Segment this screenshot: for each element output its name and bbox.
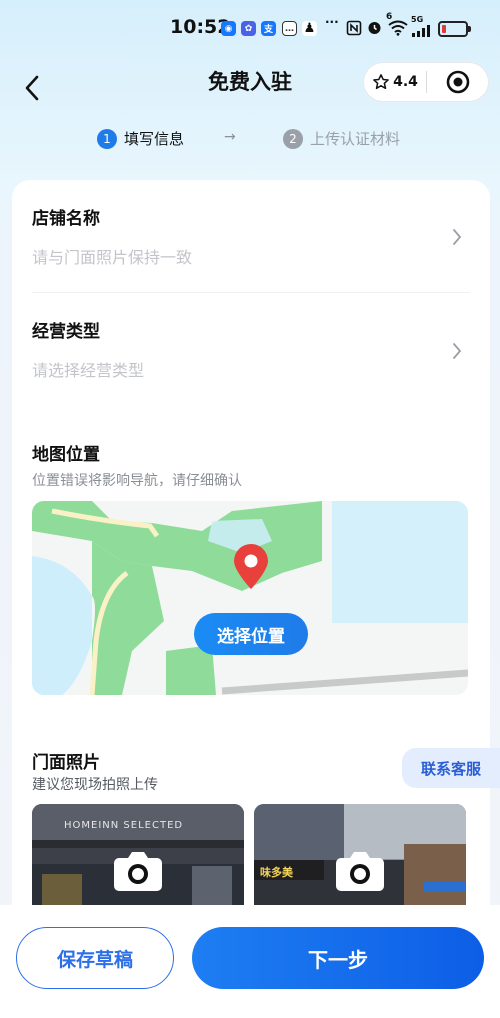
step-1-label: 填写信息 xyxy=(124,130,185,148)
map-location-label: 地图位置 xyxy=(32,445,100,465)
customer-service-button[interactable]: 联系客服 xyxy=(402,748,500,788)
chevron-right-icon xyxy=(453,229,462,245)
map-view[interactable]: 选择位置 xyxy=(32,501,468,695)
form-card: 店铺名称 请与门面照片保持一致 经营类型 请选择经营类型 地图位置 位置错误将影… xyxy=(12,180,490,940)
bottom-action-bar: 保存草稿 下一步 xyxy=(0,905,500,1018)
arrow-right-icon: → xyxy=(224,129,236,145)
map-pin-icon xyxy=(234,544,268,589)
target-icon xyxy=(446,70,469,94)
save-draft-button[interactable]: 保存草稿 xyxy=(16,927,174,989)
step-2-label: 上传认证材料 xyxy=(310,130,401,148)
chevron-right-icon xyxy=(453,343,462,359)
close-miniapp-button[interactable] xyxy=(427,63,488,101)
mini-program-capsule: 4.4 xyxy=(363,62,489,102)
rating-value: 4.4 xyxy=(393,74,418,90)
star-icon xyxy=(373,74,389,90)
business-type-label: 经营类型 xyxy=(32,322,100,342)
next-step-button[interactable]: 下一步 xyxy=(192,927,484,989)
more-notifications: ··· xyxy=(325,15,339,29)
battery-level xyxy=(442,25,446,33)
step-2: 2 上传认证材料 xyxy=(283,128,400,149)
map-illustration xyxy=(32,501,468,695)
qq-icon: ♟ xyxy=(302,21,317,36)
choose-location-button[interactable]: 选择位置 xyxy=(194,613,308,655)
shop-name-field[interactable]: 店铺名称 请与门面照片保持一致 xyxy=(12,180,490,292)
step-1: 1 填写信息 xyxy=(97,128,184,149)
back-button[interactable] xyxy=(16,70,48,106)
shop-name-label: 店铺名称 xyxy=(32,209,100,229)
chat-icon: … xyxy=(282,21,297,36)
progress-steps: 1 填写信息 → 2 上传认证材料 xyxy=(0,128,500,154)
map-location-hint: 位置错误将影响导航，请仔细确认 xyxy=(32,473,242,489)
camera-icon xyxy=(336,852,384,891)
storefront-photo-label: 门面照片 xyxy=(32,753,100,773)
signal-icon xyxy=(412,25,430,37)
rating-button[interactable]: 4.4 xyxy=(364,63,426,101)
business-type-field[interactable]: 经营类型 请选择经营类型 xyxy=(12,293,490,405)
nfc-icon xyxy=(346,20,362,36)
alarm-icon xyxy=(368,22,381,34)
alipay-icon: ◉ xyxy=(221,21,236,36)
step-1-number: 1 xyxy=(97,128,117,149)
battery-icon xyxy=(438,21,471,37)
photos-icon: ✿ xyxy=(241,21,256,36)
step-2-number: 2 xyxy=(283,128,303,149)
photo-sign-1: HOMEINN SELECTED xyxy=(64,820,184,831)
network-type: 5G xyxy=(411,15,424,24)
wifi-badge: 6 xyxy=(386,12,393,22)
camera-icon xyxy=(114,852,162,891)
chevron-left-icon xyxy=(25,75,39,101)
zhi-icon: 支 xyxy=(261,21,276,36)
shop-name-placeholder: 请与门面照片保持一致 xyxy=(32,248,193,267)
storefront-photo-hint: 建议您现场拍照上传 xyxy=(32,777,158,793)
photo-sign-2: 味多美 xyxy=(260,866,293,879)
business-type-placeholder: 请选择经营类型 xyxy=(32,361,145,380)
status-bar: 10:52 ◉ ✿ 支 … ♟ ··· 6 5G xyxy=(0,0,500,58)
